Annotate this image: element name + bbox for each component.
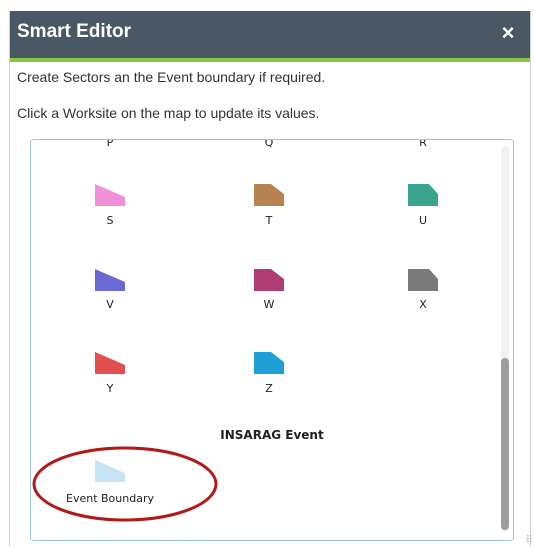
template-scrollbar-thumb[interactable] bbox=[501, 358, 509, 530]
sector-swatch-s-icon bbox=[95, 184, 125, 206]
template-label-r[interactable]: R bbox=[353, 140, 493, 149]
template-label-u: U bbox=[418, 214, 428, 227]
sector-swatch-u-icon bbox=[408, 184, 438, 206]
sector-swatch-x-icon bbox=[408, 269, 438, 291]
instruction-text-sectors: Create Sectors an the Event boundary if … bbox=[17, 69, 326, 85]
template-label-w: W bbox=[263, 298, 275, 311]
sector-swatch-w-icon bbox=[254, 269, 284, 291]
template-label-t: T bbox=[265, 214, 273, 227]
template-label-x: X bbox=[419, 298, 427, 311]
template-label-s: S bbox=[106, 214, 114, 227]
annotation-ellipse bbox=[32, 446, 218, 522]
template-group-header: INSARAG Event bbox=[220, 428, 324, 442]
template-label-y: Y bbox=[106, 382, 114, 395]
panel-titlebar: Smart Editor × bbox=[10, 11, 530, 58]
template-label-p[interactable]: P bbox=[40, 140, 180, 149]
template-label-v: V bbox=[106, 298, 114, 311]
sector-swatch-z-icon bbox=[254, 352, 284, 374]
sector-swatch-y-icon bbox=[95, 352, 125, 374]
panel-title: Smart Editor bbox=[17, 21, 132, 42]
template-label-q[interactable]: Q bbox=[199, 140, 339, 149]
accent-bar bbox=[10, 58, 530, 62]
sector-swatch-t-icon bbox=[254, 184, 284, 206]
instruction-text-worksite: Click a Worksite on the map to update it… bbox=[17, 105, 320, 121]
template-label-z: Z bbox=[265, 382, 273, 395]
sector-swatch-v-icon bbox=[95, 269, 125, 291]
resize-grip-icon[interactable]: ⠿ bbox=[526, 535, 533, 546]
close-icon[interactable]: × bbox=[496, 21, 520, 45]
